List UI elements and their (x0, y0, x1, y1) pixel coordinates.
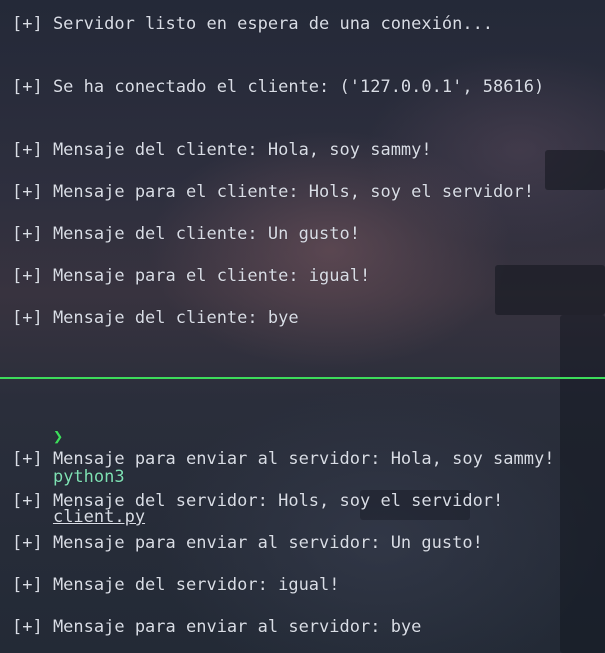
server-terminal-pane[interactable]: [+] Servidor listo en espera de una cone… (0, 0, 605, 377)
terminal-output-line: [+] Se ha conectado el cliente: ('127.0.… (12, 77, 545, 97)
terminal-output-line: [+] Servidor listo en espera de una cone… (12, 14, 494, 34)
terminal-output-line: [+] Mensaje del servidor: igual! (12, 575, 340, 595)
shell-prompt: ❯ python3 client.py (12, 407, 145, 547)
prompt-chevron-icon: ❯ (52, 427, 64, 447)
terminal-output-line: [+] Mensaje para el cliente: Hols, soy e… (12, 182, 534, 202)
terminal-output-line: [+] Mensaje para enviar al servidor: Un … (12, 533, 483, 553)
terminal-output-line: [+] Mensaje del cliente: Hola, soy sammy… (12, 140, 432, 160)
terminal-output-line: [+] Mensaje del servidor: Hols, soy el s… (12, 491, 504, 511)
terminal-output-line: [+] Mensaje del cliente: Un gusto! (12, 224, 360, 244)
terminal-output-line: [+] Mensaje del cliente: bye (12, 308, 299, 328)
prompt-command: python3 (52, 467, 125, 487)
client-terminal-pane[interactable]: ❯ python3 client.py [+] Mensaje para env… (0, 379, 605, 653)
terminal-output-line: [+] Mensaje para el cliente: igual! (12, 266, 371, 286)
terminal-output-line: [+] Mensaje para enviar al servidor: Hol… (12, 449, 555, 469)
terminal-output-line: [+] Mensaje para enviar al servidor: bye (12, 617, 422, 637)
